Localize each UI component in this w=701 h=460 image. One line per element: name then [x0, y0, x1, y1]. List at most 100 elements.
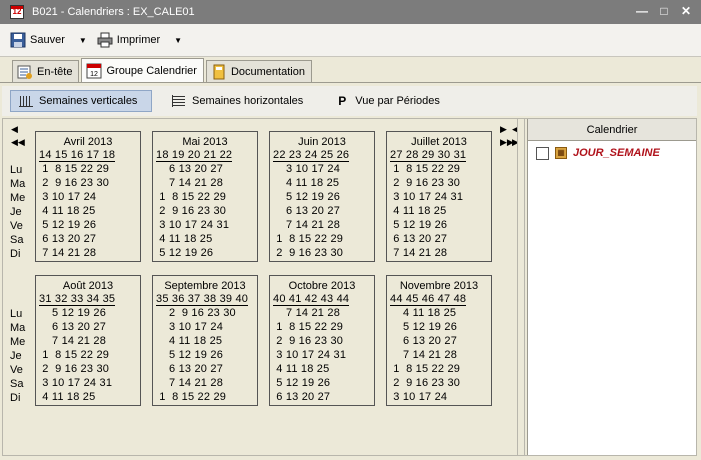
day-row[interactable]: 4 11 18 25	[39, 204, 140, 218]
day-row[interactable]: 1 8 15 22 29	[390, 162, 491, 176]
day-row[interactable]: 5 12 19 26	[156, 246, 257, 260]
svg-text:12: 12	[91, 71, 99, 78]
save-button[interactable]: Sauver	[10, 32, 65, 48]
previous-page-button[interactable]: ◀◀	[11, 136, 25, 149]
day-row[interactable]: 6 13 20 27	[390, 232, 491, 246]
tab-groupe-calendrier-label: Groupe Calendrier	[106, 64, 197, 77]
day-row[interactable]: 1 8 15 22 29	[156, 190, 257, 204]
view-semaines-horizontales-button[interactable]: Semaines horizontales	[164, 90, 311, 112]
day-row[interactable]: 7 14 21 28	[273, 306, 374, 320]
day-row[interactable]: 1 8 15 22 29	[273, 232, 374, 246]
day-row[interactable]: 6 13 20 27	[390, 334, 491, 348]
day-row[interactable]: 4 11 18 25	[39, 390, 140, 404]
view-par-periodes-button[interactable]: P Vue par Périodes	[327, 90, 448, 112]
month-name: Septembre 2013	[164, 280, 246, 292]
day-row[interactable]: 7 14 21 28	[39, 334, 140, 348]
day-row[interactable]: 5 12 19 26	[390, 218, 491, 232]
day-row[interactable]: 6 13 20 27	[39, 232, 140, 246]
day-row[interactable]: 5 12 19 26	[156, 348, 257, 362]
save-dropdown-arrow[interactable]: ▼	[79, 36, 87, 45]
day-row[interactable]: 7 14 21 28	[273, 218, 374, 232]
day-row[interactable]: 2 9 16 23 30	[273, 334, 374, 348]
view-semaines-verticales-button[interactable]: Semaines verticales	[10, 90, 152, 112]
day-row[interactable]: 4 11 18 25	[273, 176, 374, 190]
day-row[interactable]: 2 9 16 23 30	[156, 306, 257, 320]
day-row[interactable]: 2 9 16 23 30	[390, 376, 491, 390]
day-label: Sa	[10, 378, 24, 390]
day-row[interactable]: 4 11 18 25	[390, 204, 491, 218]
vertical-weeks-icon	[19, 96, 33, 107]
month-calendar-june: Juin 2013 22 23 24 25 26 3 10 17 24 4 11…	[269, 131, 375, 262]
tab-entete[interactable]: En-tête	[12, 60, 80, 82]
day-row[interactable]: 3 10 17 24	[273, 162, 374, 176]
book-icon	[213, 64, 225, 79]
calendar-checkbox[interactable]	[536, 146, 549, 160]
month-calendar-july: Juillet 2013 27 28 29 30 31 1 8 15 22 29…	[386, 131, 492, 262]
day-row[interactable]: 1 8 15 22 29	[273, 320, 374, 334]
day-row[interactable]: 2 9 16 23 30	[39, 362, 140, 376]
day-row[interactable]: 4 11 18 25	[273, 362, 374, 376]
day-row[interactable]: 5 12 19 26	[273, 190, 374, 204]
day-row[interactable]: 3 10 17 24 31	[156, 218, 257, 232]
week-numbers: 18 19 20 21 22	[156, 149, 233, 162]
month-name: Octobre 2013	[288, 280, 356, 292]
day-row[interactable]: 1 8 15 22 29	[39, 348, 140, 362]
previous-month-button[interactable]: ◀	[11, 123, 25, 136]
panel-splitter[interactable]	[517, 119, 525, 455]
printer-icon	[97, 32, 113, 48]
day-row[interactable]: 6 13 20 27	[39, 320, 140, 334]
day-row[interactable]: 6 13 20 27	[156, 162, 257, 176]
tab-groupe-calendrier[interactable]: 12 Groupe Calendrier	[81, 58, 204, 82]
day-row[interactable]: 1 8 15 22 29	[156, 390, 257, 404]
day-row[interactable]: 6 13 20 27	[273, 390, 374, 404]
calendar-column-header[interactable]: Calendrier	[528, 119, 696, 141]
day-row[interactable]: 4 11 18 25	[156, 232, 257, 246]
day-row[interactable]: 3 10 17 24	[39, 190, 140, 204]
month-name: Mai 2013	[182, 136, 228, 148]
close-button[interactable]: ✕	[679, 4, 693, 18]
maximize-button[interactable]: □	[657, 4, 671, 18]
horizontal-weeks-icon	[172, 95, 185, 107]
view-semaines-verticales-label: Semaines verticales	[39, 95, 138, 107]
day-row[interactable]: 7 14 21 28	[156, 376, 257, 390]
day-row[interactable]: 3 10 17 24 31	[273, 348, 374, 362]
day-row[interactable]: 2 9 16 23 30	[39, 176, 140, 190]
day-row[interactable]: 2 9 16 23 30	[273, 246, 374, 260]
tab-strip: En-tête 12 Groupe Calendrier Documentati…	[12, 58, 314, 82]
month-calendar-november: Novembre 2013 44 45 46 47 48 4 11 18 25 …	[386, 275, 492, 406]
day-row[interactable]: 5 12 19 26	[39, 306, 140, 320]
day-row[interactable]: 1 8 15 22 29	[39, 162, 140, 176]
save-label: Sauver	[30, 34, 65, 46]
list-item[interactable]: ▦ JOUR_SEMAINE	[528, 143, 696, 163]
day-row[interactable]: 5 12 19 26	[273, 376, 374, 390]
day-row[interactable]: 1 8 15 22 29	[390, 362, 491, 376]
day-row[interactable]: 7 14 21 28	[156, 176, 257, 190]
day-row[interactable]: 3 10 17 24	[390, 390, 491, 404]
day-label: Me	[10, 336, 26, 348]
day-row[interactable]: 2 9 16 23 30	[156, 204, 257, 218]
month-calendar-may: Mai 2013 18 19 20 21 22 6 13 20 27 7 14 …	[152, 131, 258, 262]
view-bar: Semaines verticales Semaines horizontale…	[2, 86, 697, 116]
day-row[interactable]: 3 10 17 24 31	[39, 376, 140, 390]
minimize-button[interactable]: —	[635, 4, 649, 18]
day-row[interactable]: 3 10 17 24	[156, 320, 257, 334]
month-name: Novembre 2013	[399, 280, 479, 292]
day-row[interactable]: 6 13 20 27	[273, 204, 374, 218]
day-row[interactable]: 7 14 21 28	[390, 246, 491, 260]
print-button[interactable]: Imprimer	[97, 32, 160, 48]
day-row[interactable]: 3 10 17 24 31	[390, 190, 491, 204]
day-row[interactable]: 4 11 18 25	[390, 306, 491, 320]
toolbar: Sauver ▼ Imprimer ▼	[0, 24, 701, 57]
tab-documentation[interactable]: Documentation	[205, 60, 312, 82]
day-row[interactable]: 5 12 19 26	[39, 218, 140, 232]
day-row[interactable]: 4 11 18 25	[156, 334, 257, 348]
day-row[interactable]: 6 13 20 27	[156, 362, 257, 376]
day-row[interactable]: 7 14 21 28	[39, 246, 140, 260]
print-dropdown-arrow[interactable]: ▼	[174, 36, 182, 45]
day-row[interactable]: 5 12 19 26	[390, 320, 491, 334]
tab-entete-label: En-tête	[37, 65, 73, 78]
day-row[interactable]: 2 9 16 23 30	[390, 176, 491, 190]
day-label: Me	[10, 192, 26, 204]
tab-divider	[0, 82, 701, 83]
day-row[interactable]: 7 14 21 28	[390, 348, 491, 362]
